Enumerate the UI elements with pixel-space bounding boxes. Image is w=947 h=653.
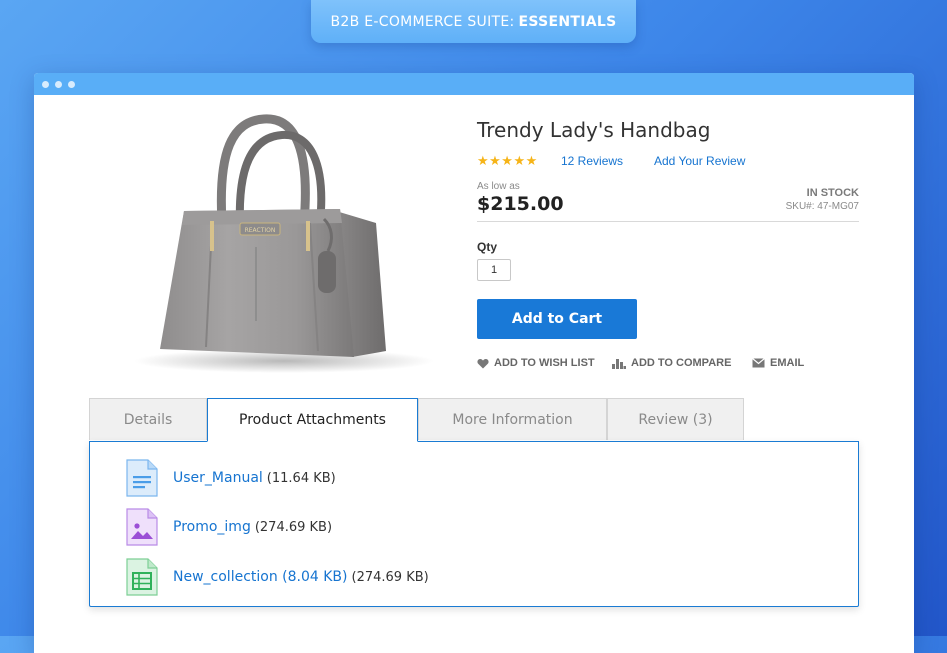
tab-more-information[interactable]: More Information [418,398,607,440]
rating-stars-icon: ★★★★★ [477,153,538,168]
attachments-panel: User_Manual (11.64 KB) Promo_img (274.69… [89,441,859,607]
product-sku: SKU#: 47-MG07 [785,201,859,212]
window-dot-icon [55,81,62,88]
qty-input[interactable] [477,259,511,281]
attachment-size: (11.64 KB) [266,470,336,486]
window-dot-icon [68,81,75,88]
add-review-link[interactable]: Add Your Review [654,154,745,168]
window-titlebar [34,73,914,95]
wishlist-label: ADD TO WISH LIST [494,357,595,369]
add-to-wishlist-link[interactable]: ADD TO WISH LIST [477,357,595,369]
price-caption: As low as [477,181,520,192]
tab-product-attachments[interactable]: Product Attachments [207,398,418,442]
envelope-icon [752,358,765,368]
spreadsheet-icon [126,558,158,596]
attachment-item: User_Manual (11.64 KB) [125,459,336,497]
banner-prefix: B2B E-COMMERCE SUITE: [330,13,515,30]
attachment-item: New_collection (8.04 KB) (274.69 KB) [125,558,429,596]
product-title: Trendy Lady's Handbag [477,118,711,142]
compare-label: ADD TO COMPARE [631,357,732,369]
reviews-link[interactable]: 12 Reviews [561,154,623,168]
banner-emphasis: ESSENTIALS [518,13,617,30]
qty-label: Qty [477,240,498,254]
divider [477,221,859,222]
attachment-link[interactable]: Promo_img [173,519,251,535]
attachment-size: (274.69 KB) [351,569,429,585]
email-link[interactable]: EMAIL [752,357,804,369]
product-image[interactable]: REACTION [114,111,434,376]
window-dot-icon [42,81,49,88]
attachment-size: (274.69 KB) [254,519,333,535]
suite-banner: B2B E-COMMERCE SUITE: ESSENTIALS [311,0,636,43]
add-to-cart-button[interactable]: Add to Cart [477,299,637,339]
compare-bars-icon [612,359,626,369]
brand-plate-text: REACTION [245,227,276,234]
attachment-item: Promo_img (274.69 KB) [125,508,332,546]
product-tabs: Details Product Attachments More Informa… [89,398,749,442]
tab-review[interactable]: Review (3) [607,398,744,440]
add-to-compare-link[interactable]: ADD TO COMPARE [612,357,731,369]
browser-window: REACTION Trendy Lady's Handbag ★★★★★ 12 … [34,73,914,653]
stock-status: IN STOCK [806,187,859,199]
email-label: EMAIL [770,357,805,369]
rating-row: ★★★★★ 12 Reviews Add Your Review [477,153,859,171]
tab-details[interactable]: Details [89,398,207,440]
product-actions: ADD TO WISH LIST ADD TO COMPARE EMAIL [477,357,859,373]
heart-icon [477,358,489,368]
product-price: $215.00 [477,193,564,215]
attachment-link[interactable]: New_collection (8.04 KB) [173,569,348,585]
attachment-link[interactable]: User_Manual [173,470,263,486]
image-icon [126,508,158,546]
document-icon [126,459,158,497]
